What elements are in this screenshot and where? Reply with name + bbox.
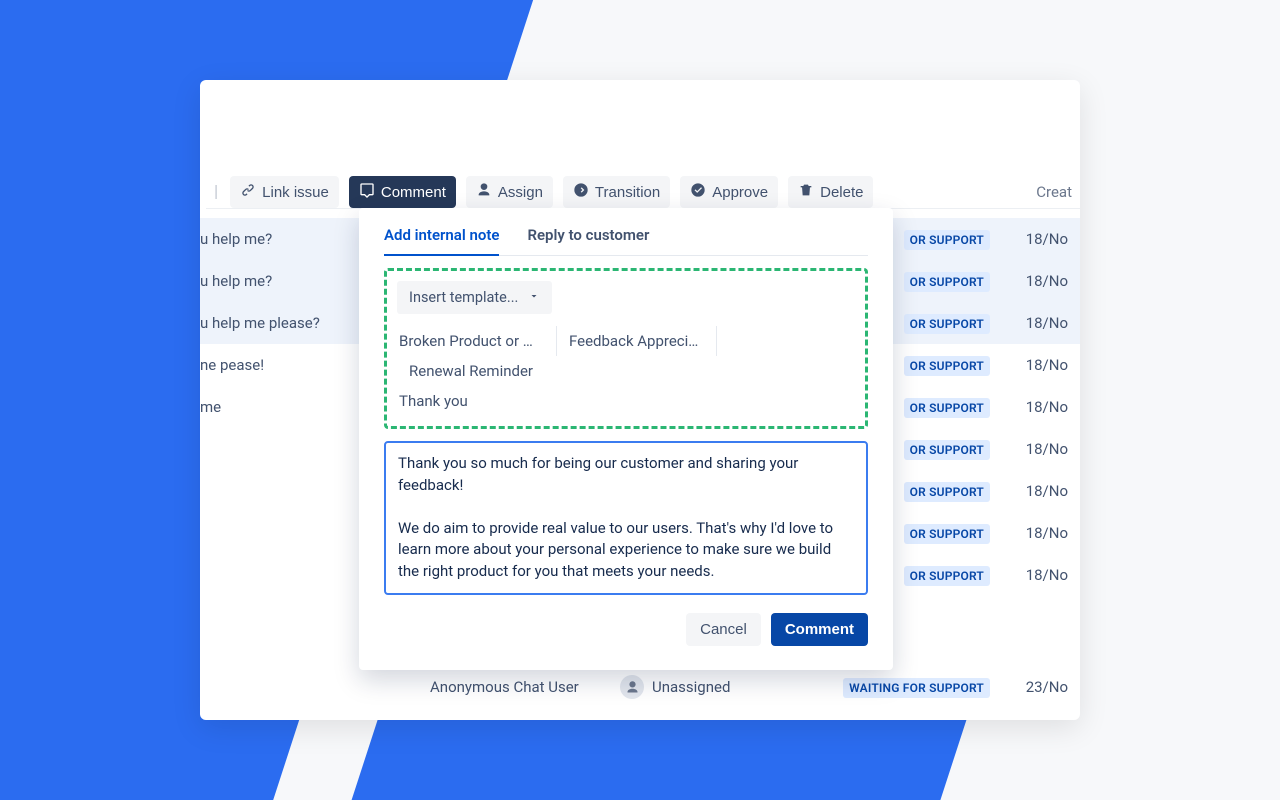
ticket-date: 18/No bbox=[990, 524, 1070, 542]
action-toolbar: | Link issue Comment Assign Transition bbox=[214, 176, 1080, 208]
approve-button[interactable]: Approve bbox=[680, 176, 778, 208]
button-label: Assign bbox=[498, 184, 543, 201]
template-quick-list: Broken Product or … Feedback Appreci… Re… bbox=[397, 326, 855, 416]
toolbar-divider: | bbox=[214, 182, 218, 202]
ticket-date: 18/No bbox=[990, 440, 1070, 458]
template-option[interactable]: Broken Product or … bbox=[397, 326, 557, 356]
app-window: | Link issue Comment Assign Transition bbox=[200, 80, 1080, 720]
comment-tabs: Add internal note Reply to customer bbox=[384, 226, 868, 256]
button-label: Transition bbox=[595, 184, 660, 201]
ticket-assignee: Unassigned bbox=[620, 675, 790, 699]
table-row[interactable]: Anonymous Chat UserUnassignedWAITING FOR… bbox=[200, 666, 1080, 708]
ticket-date: 18/No bbox=[990, 398, 1070, 416]
button-label: Delete bbox=[820, 184, 863, 201]
button-label: Comment bbox=[381, 184, 446, 201]
template-highlight-box: Insert template... Broken Product or … F… bbox=[384, 268, 868, 429]
transition-button[interactable]: Transition bbox=[563, 176, 670, 208]
link-issue-button[interactable]: Link issue bbox=[230, 176, 339, 208]
status-badge: WAITING FOR SUPPORT bbox=[790, 678, 990, 696]
ticket-date: 18/No bbox=[990, 314, 1070, 332]
link-icon bbox=[240, 182, 256, 202]
template-option[interactable]: Renewal Reminder bbox=[397, 356, 547, 386]
submit-comment-button[interactable]: Comment bbox=[771, 613, 868, 646]
arrow-right-circle-icon bbox=[573, 182, 589, 202]
comment-icon bbox=[359, 182, 375, 202]
user-icon bbox=[476, 182, 492, 202]
insert-template-select[interactable]: Insert template... bbox=[397, 281, 552, 314]
ticket-date: 18/No bbox=[990, 566, 1070, 584]
ticket-date: 18/No bbox=[990, 356, 1070, 374]
comment-dropdown: Add internal note Reply to customer Inse… bbox=[359, 208, 893, 670]
comment-button[interactable]: Comment bbox=[349, 176, 456, 208]
created-label: Creat bbox=[1036, 183, 1072, 201]
ticket-date: 18/No bbox=[990, 272, 1070, 290]
template-option[interactable]: Thank you bbox=[397, 386, 855, 416]
chevron-down-icon bbox=[528, 289, 540, 306]
check-circle-icon bbox=[690, 182, 706, 202]
select-label: Insert template... bbox=[409, 289, 518, 306]
ticket-date: 18/No bbox=[990, 482, 1070, 500]
ticket-reporter: Anonymous Chat User bbox=[430, 678, 620, 696]
avatar-icon bbox=[620, 675, 644, 699]
button-label: Approve bbox=[712, 184, 768, 201]
comment-editor[interactable]: Thank you so much for being our customer… bbox=[384, 441, 868, 595]
trash-icon bbox=[798, 182, 814, 202]
tab-internal-note[interactable]: Add internal note bbox=[384, 226, 499, 256]
ticket-date: 18/No bbox=[990, 230, 1070, 248]
assign-button[interactable]: Assign bbox=[466, 176, 553, 208]
cancel-button[interactable]: Cancel bbox=[686, 613, 761, 646]
tab-reply-customer[interactable]: Reply to customer bbox=[527, 226, 649, 256]
popup-actions: Cancel Comment bbox=[384, 613, 868, 646]
ticket-date: 23/No bbox=[990, 678, 1070, 696]
template-option[interactable]: Feedback Appreci… bbox=[557, 326, 717, 356]
button-label: Link issue bbox=[262, 184, 329, 201]
delete-button[interactable]: Delete bbox=[788, 176, 873, 208]
